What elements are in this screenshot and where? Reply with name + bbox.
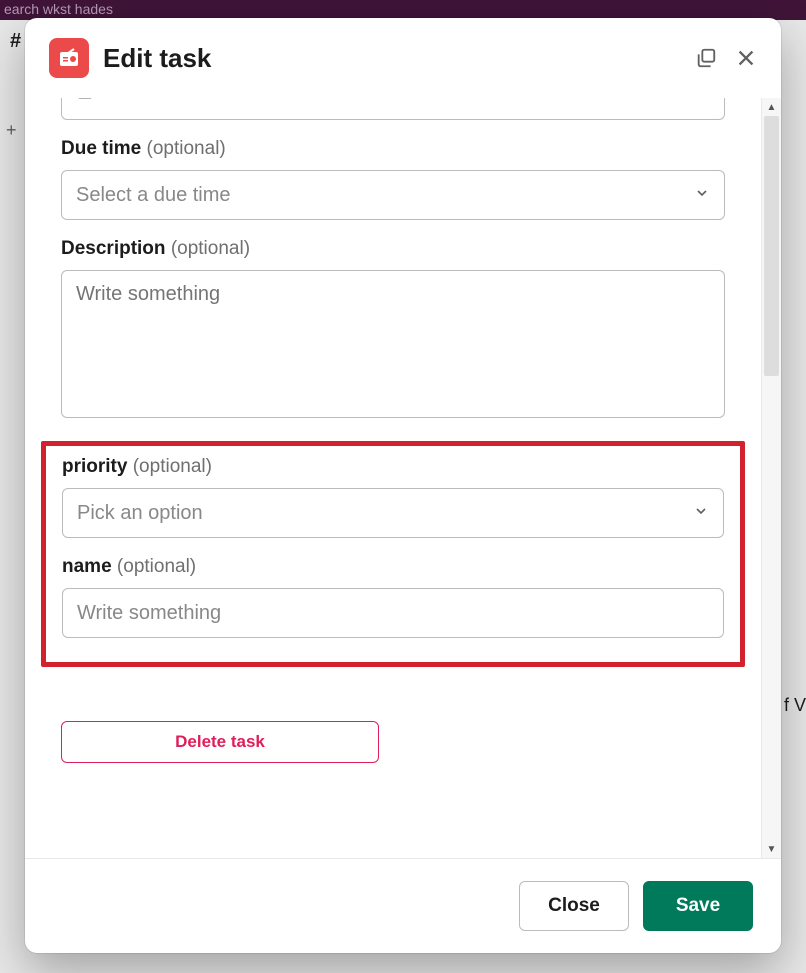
new-window-icon[interactable]	[695, 47, 717, 69]
name-input[interactable]: Write something	[62, 588, 724, 638]
description-textarea[interactable]	[61, 270, 725, 418]
name-field: name (optional) Write something	[62, 556, 724, 638]
description-field: Description (optional)	[61, 238, 725, 423]
modal-footer: Close Save	[25, 858, 781, 953]
scroll-down-arrow[interactable]: ▼	[762, 840, 781, 858]
name-placeholder: Write something	[77, 602, 221, 625]
app-icon	[49, 38, 89, 78]
background-search-bar: earch wkst hades	[0, 0, 806, 20]
calendar-icon	[76, 98, 94, 100]
radio-icon	[57, 46, 81, 70]
due-time-optional: (optional)	[147, 138, 226, 159]
description-label-text: Description	[61, 238, 166, 259]
priority-field: priority (optional) Pick an option	[62, 456, 724, 538]
priority-optional: (optional)	[133, 456, 212, 477]
name-optional: (optional)	[117, 556, 196, 577]
chevron-down-icon	[693, 503, 709, 524]
scroll-thumb[interactable]	[764, 116, 779, 376]
due-time-select[interactable]: Select a due time	[61, 170, 725, 220]
close-icon[interactable]	[735, 47, 757, 69]
modal-header: Edit task	[25, 18, 781, 98]
save-button[interactable]: Save	[643, 881, 753, 931]
highlighted-section: priority (optional) Pick an option name …	[41, 441, 745, 667]
modal-title: Edit task	[103, 43, 681, 74]
background-channel-hash: #	[10, 30, 21, 53]
modal-body: Select a date Due time (optional) Select…	[25, 98, 761, 858]
due-date-placeholder: Select a date	[104, 98, 221, 102]
priority-label-text: priority	[62, 456, 127, 477]
scroll-up-arrow[interactable]: ▲	[762, 98, 781, 116]
header-actions	[695, 47, 757, 69]
description-label: Description (optional)	[61, 238, 725, 260]
delete-task-label: Delete task	[175, 732, 265, 752]
priority-select[interactable]: Pick an option	[62, 488, 724, 538]
edit-task-modal: Edit task	[25, 18, 781, 953]
background-plus: +	[6, 120, 17, 141]
search-text-fragment: earch wkst hades	[4, 1, 113, 17]
name-label: name (optional)	[62, 556, 724, 578]
close-button[interactable]: Close	[519, 881, 629, 931]
due-time-label: Due time (optional)	[61, 138, 725, 160]
background-right-text: f V	[784, 695, 806, 716]
due-time-placeholder: Select a due time	[76, 184, 231, 207]
save-button-label: Save	[676, 895, 720, 917]
delete-task-button[interactable]: Delete task	[61, 721, 379, 763]
close-button-label: Close	[548, 895, 600, 917]
chevron-down-icon	[694, 185, 710, 206]
description-optional: (optional)	[171, 238, 250, 259]
name-label-text: name	[62, 556, 112, 577]
due-time-label-text: Due time	[61, 138, 141, 159]
due-time-field: Due time (optional) Select a due time	[61, 138, 725, 220]
priority-label: priority (optional)	[62, 456, 724, 478]
due-date-select[interactable]: Select a date	[61, 98, 725, 120]
priority-placeholder: Pick an option	[77, 502, 203, 525]
scrollbar[interactable]: ▲ ▼	[761, 98, 781, 858]
modal-body-wrapper: Select a date Due time (optional) Select…	[25, 98, 781, 858]
